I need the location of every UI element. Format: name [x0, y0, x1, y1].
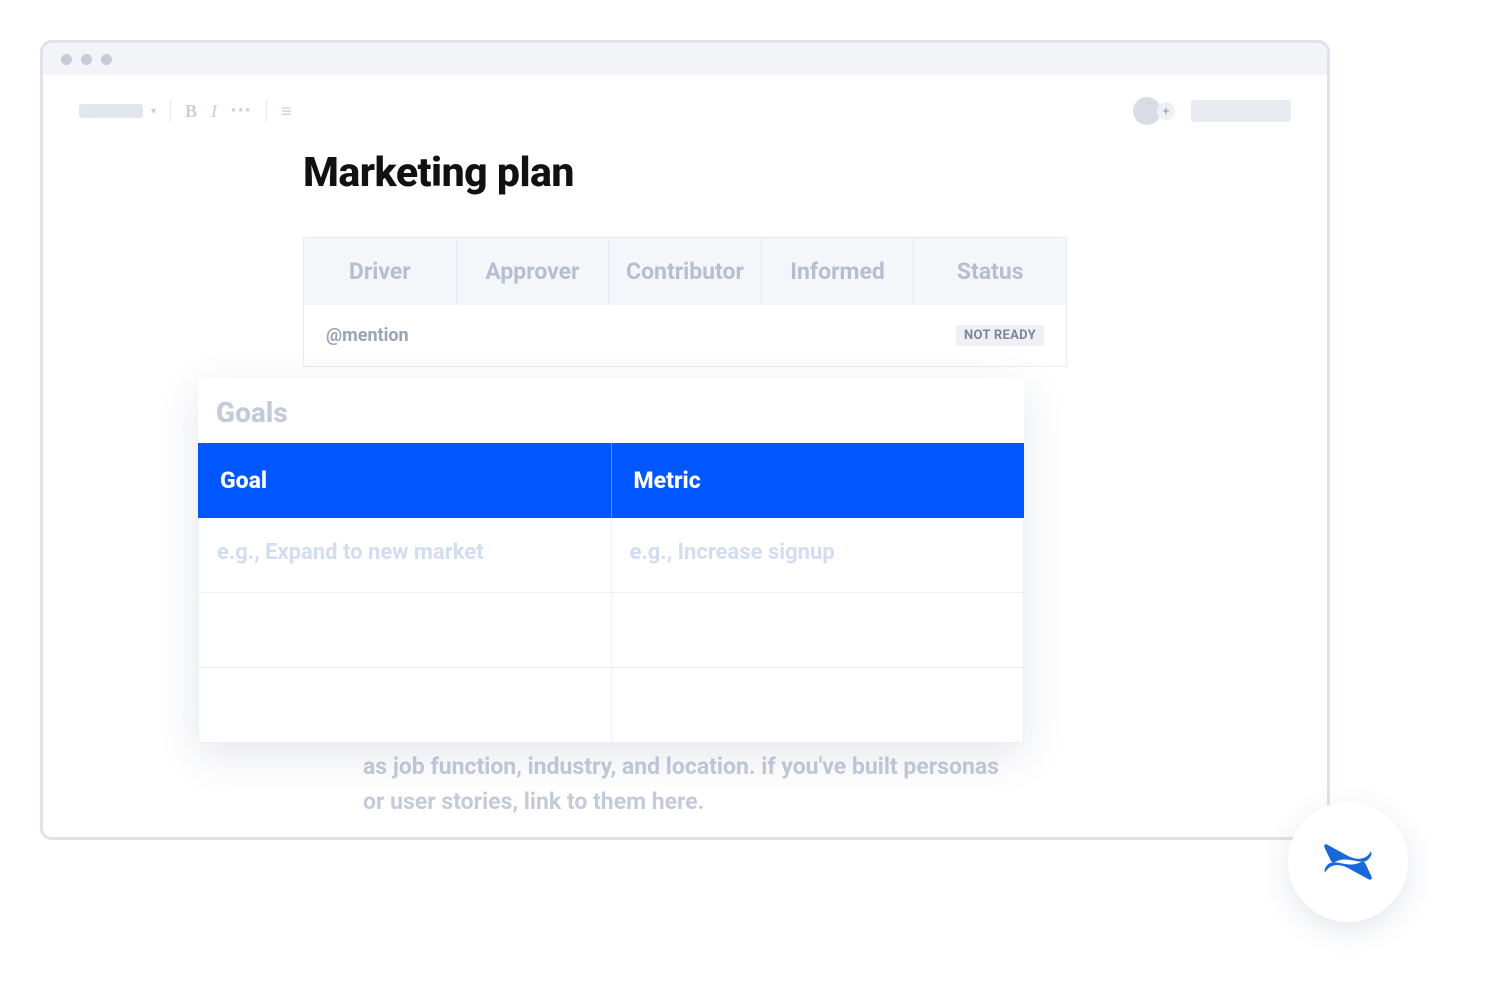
- add-collaborator-button[interactable]: +: [1157, 102, 1175, 120]
- goals-table: Goal Metric e.g., Expand to new market e…: [198, 443, 1024, 743]
- align-button[interactable]: ≡: [281, 101, 292, 122]
- goals-table-row[interactable]: [198, 668, 1024, 743]
- share-button[interactable]: [1191, 100, 1291, 122]
- window-titlebar: [43, 43, 1327, 75]
- chevron-down-icon[interactable]: ▾: [151, 106, 156, 117]
- roles-table-row[interactable]: @mention NOT READY: [304, 305, 1066, 366]
- goal-cell[interactable]: e.g., Expand to new market: [199, 518, 612, 592]
- page-content: Marketing plan Driver Approver Contribut…: [43, 135, 1327, 367]
- style-dropdown[interactable]: [79, 104, 143, 118]
- goal-cell[interactable]: [199, 668, 612, 742]
- roles-header-status: Status: [914, 238, 1066, 305]
- window-minimize-dot[interactable]: [81, 54, 92, 65]
- goal-cell[interactable]: [199, 593, 612, 667]
- page-title[interactable]: Marketing plan: [303, 149, 1067, 197]
- confluence-brand-badge: [1288, 802, 1408, 922]
- roles-header-driver: Driver: [304, 238, 457, 305]
- metric-cell[interactable]: [612, 593, 1024, 667]
- metric-cell[interactable]: [612, 668, 1024, 742]
- goals-header-metric: Metric: [612, 443, 1025, 518]
- window-maximize-dot[interactable]: [101, 54, 112, 65]
- goals-table-header: Goal Metric: [198, 443, 1024, 518]
- toolbar-left-group: ▾ B I ••• ≡: [79, 100, 292, 122]
- goals-header-goal: Goal: [198, 443, 612, 518]
- roles-header-informed: Informed: [762, 238, 915, 305]
- roles-table: Driver Approver Contributor Informed Sta…: [303, 237, 1067, 367]
- toolbar-divider: [170, 100, 171, 122]
- italic-button[interactable]: I: [211, 101, 217, 122]
- window-close-dot[interactable]: [61, 54, 72, 65]
- editor-toolbar: ▾ B I ••• ≡ +: [43, 75, 1327, 135]
- status-badge: NOT READY: [956, 325, 1044, 346]
- roles-header-contributor: Contributor: [609, 238, 762, 305]
- goals-table-row[interactable]: [198, 593, 1024, 668]
- goals-heading: Goals: [198, 396, 1024, 443]
- bold-button[interactable]: B: [185, 101, 197, 122]
- roles-header-approver: Approver: [457, 238, 610, 305]
- more-format-button[interactable]: •••: [231, 103, 252, 119]
- roles-table-header: Driver Approver Contributor Informed Sta…: [304, 238, 1066, 305]
- metric-cell[interactable]: e.g., Increase signup: [612, 518, 1024, 592]
- goals-panel: Goals Goal Metric e.g., Expand to new ma…: [198, 378, 1024, 743]
- body-paragraph[interactable]: as job function, industry, and location.…: [323, 750, 1043, 819]
- collaborators: +: [1133, 97, 1175, 125]
- toolbar-right-group: +: [1133, 97, 1291, 125]
- toolbar-divider: [266, 100, 267, 122]
- confluence-logo-icon: [1319, 834, 1377, 890]
- mention-placeholder[interactable]: @mention: [326, 325, 409, 346]
- goals-table-row[interactable]: e.g., Expand to new market e.g., Increas…: [198, 518, 1024, 593]
